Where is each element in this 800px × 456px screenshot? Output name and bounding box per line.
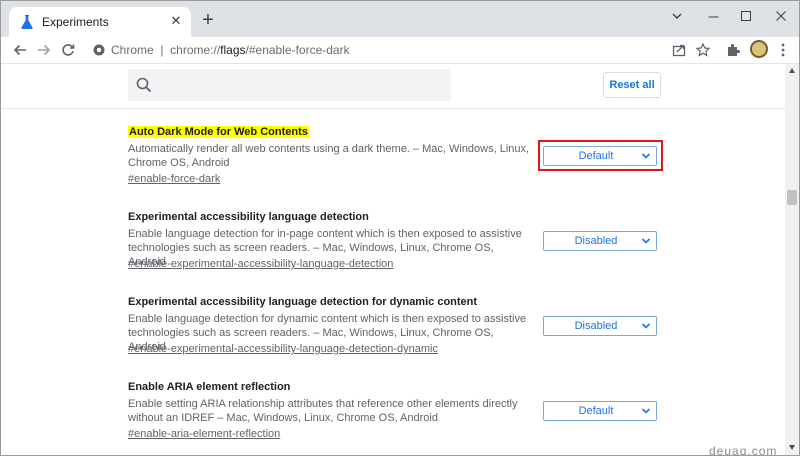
- flag-title: Enable ARIA element reflection: [128, 381, 291, 393]
- flag-state-value: Default: [578, 405, 614, 417]
- scroll-down-arrow-icon[interactable]: [789, 445, 795, 450]
- new-tab-button[interactable]: +: [199, 10, 217, 30]
- scroll-thumb[interactable]: [787, 190, 797, 205]
- forward-arrow-icon[interactable]: [35, 41, 53, 59]
- chrome-site-icon: [93, 44, 105, 56]
- flags-search-header: Reset all: [1, 64, 785, 109]
- flag-state-value: Disabled: [574, 320, 618, 332]
- back-arrow-icon[interactable]: [11, 41, 29, 59]
- reset-all-button[interactable]: Reset all: [603, 72, 661, 98]
- tab-strip: Experiments ✕ +: [1, 1, 799, 37]
- annotation-highlight-box: [538, 140, 663, 171]
- watermark-text: deuaq.com: [709, 444, 778, 456]
- close-window-icon[interactable]: [771, 7, 791, 25]
- flag-state-select[interactable]: Disabled: [543, 231, 657, 251]
- flag-link[interactable]: #enable-force-dark: [128, 173, 220, 185]
- flag-state-value: Disabled: [574, 235, 618, 247]
- url-text: Chrome | chrome://flags/#enable-force-da…: [111, 43, 350, 57]
- close-tab-icon[interactable]: ✕: [169, 14, 183, 28]
- reload-icon[interactable]: [59, 41, 77, 59]
- flag-link[interactable]: #enable-experimental-accessibility-langu…: [128, 343, 438, 355]
- tab-title: Experiments: [42, 15, 109, 29]
- flag-title: Auto Dark Mode for Web Contents: [128, 126, 309, 138]
- flag-title: Experimental accessibility language dete…: [128, 296, 478, 308]
- flags-search-input[interactable]: [128, 69, 451, 101]
- toolbar: Chrome | chrome://flags/#enable-force-da…: [1, 37, 799, 63]
- chevron-down-icon: [641, 238, 651, 244]
- profile-avatar[interactable]: [750, 40, 768, 58]
- browser-window: Experiments ✕ + Chrome | chrome://flags/…: [0, 0, 800, 456]
- chevron-down-icon: [641, 408, 651, 414]
- tab-search-chevron-icon[interactable]: [667, 7, 687, 25]
- flag-title: Experimental accessibility language dete…: [128, 211, 369, 223]
- flask-icon: [21, 15, 33, 29]
- bookmark-star-icon[interactable]: [694, 41, 712, 59]
- more-menu-icon[interactable]: [777, 41, 789, 59]
- tab-experiments[interactable]: Experiments ✕: [9, 7, 191, 37]
- maximize-icon[interactable]: [736, 7, 756, 25]
- share-icon[interactable]: [670, 41, 688, 59]
- flag-description: Enable setting ARIA relationship attribu…: [128, 398, 518, 424]
- scroll-up-arrow-icon[interactable]: [789, 68, 795, 73]
- flag-link[interactable]: #enable-aria-element-reflection: [128, 428, 280, 440]
- address-bar[interactable]: Chrome | chrome://flags/#enable-force-da…: [85, 38, 725, 62]
- scrollbar[interactable]: [785, 64, 799, 455]
- chevron-down-icon: [641, 323, 651, 329]
- search-icon: [136, 77, 152, 93]
- minimize-icon[interactable]: [703, 7, 723, 25]
- extensions-puzzle-icon[interactable]: [724, 41, 742, 59]
- flag-link[interactable]: #enable-experimental-accessibility-langu…: [128, 258, 393, 270]
- flag-description: Automatically render all web contents us…: [128, 143, 530, 169]
- flag-state-select[interactable]: Default: [543, 401, 657, 421]
- flag-state-select[interactable]: Disabled: [543, 316, 657, 336]
